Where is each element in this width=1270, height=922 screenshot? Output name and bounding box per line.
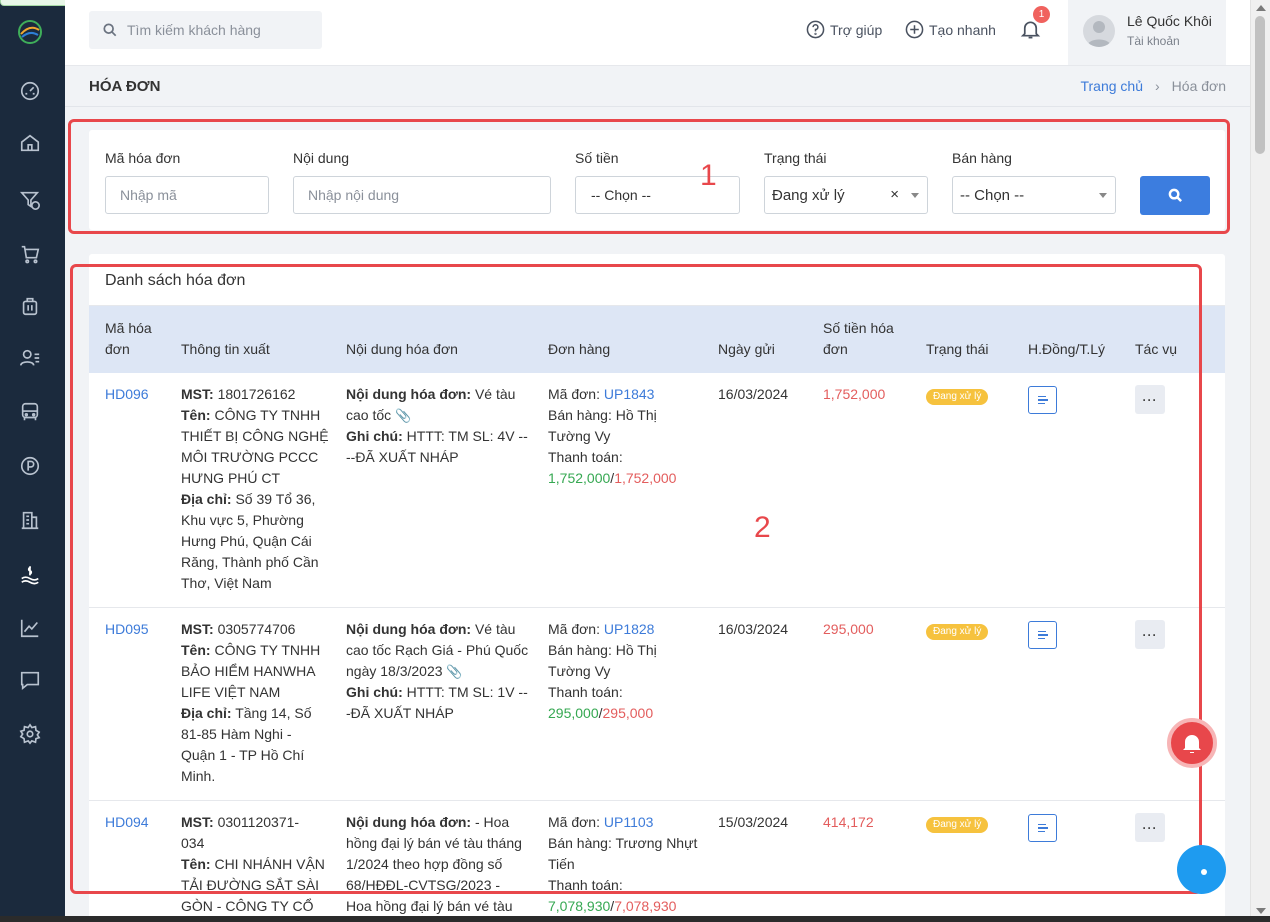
parking-icon[interactable] <box>18 454 42 478</box>
notification-count-badge: 1 <box>1033 6 1050 23</box>
floating-chat-button[interactable] <box>1177 845 1226 894</box>
help-label: Trợ giúp <box>830 21 883 38</box>
luggage-icon[interactable] <box>18 294 42 318</box>
search-icon <box>103 23 117 37</box>
user-menu[interactable]: Lê Quốc Khôi Tài khoản <box>1068 0 1226 65</box>
page-title: HÓA ĐƠN <box>89 78 161 95</box>
annotation-label-2: 2 <box>754 511 771 544</box>
building-icon[interactable] <box>18 508 42 532</box>
page-scrollbar[interactable] <box>1250 0 1270 922</box>
sidebar <box>0 0 65 922</box>
header-divider <box>65 106 1250 107</box>
annotation-label-1: 1 <box>700 159 717 192</box>
scroll-thumb[interactable] <box>1255 16 1265 154</box>
chat-dot-icon <box>1201 869 1207 875</box>
chat-icon[interactable] <box>18 668 42 692</box>
plus-circle-icon <box>905 20 924 39</box>
cart-icon[interactable] <box>18 242 42 266</box>
annotation-box-1 <box>68 119 1230 234</box>
breadcrumb-home[interactable]: Trang chủ <box>1080 78 1143 94</box>
annotation-box-2 <box>70 264 1202 894</box>
search-input[interactable] <box>127 22 307 38</box>
user-name: Lê Quốc Khôi <box>1127 13 1212 29</box>
logo-icon[interactable] <box>16 18 44 46</box>
avatar <box>1083 15 1115 47</box>
help-link[interactable]: Trợ giúp <box>806 20 882 39</box>
scroll-up-icon[interactable] <box>1256 5 1266 11</box>
scroll-down-icon[interactable] <box>1256 908 1266 914</box>
discount-filter-icon[interactable] <box>18 188 42 212</box>
quick-create-label: Tạo nhanh <box>929 21 996 38</box>
chart-line-icon[interactable] <box>18 616 42 640</box>
help-circle-icon <box>806 20 825 39</box>
bus-icon[interactable] <box>18 400 42 424</box>
bell-icon <box>1183 735 1201 753</box>
floating-notification-button[interactable] <box>1167 718 1217 768</box>
users-list-icon[interactable] <box>18 346 42 370</box>
user-role: Tài khoản <box>1127 34 1180 48</box>
breadcrumb-current: Hóa đơn <box>1171 78 1226 94</box>
breadcrumb: Trang chủ › Hóa đơn <box>1080 78 1226 94</box>
dashboard-icon[interactable] <box>18 79 42 103</box>
customer-search[interactable] <box>89 11 322 49</box>
quick-create-link[interactable]: Tạo nhanh <box>905 20 996 39</box>
invoice-money-icon[interactable] <box>18 562 42 586</box>
window-bottom-edge <box>0 916 1270 922</box>
home-icon[interactable] <box>18 131 42 155</box>
settings-gear-icon[interactable] <box>18 722 42 746</box>
breadcrumb-separator: › <box>1155 78 1160 94</box>
topbar: Trợ giúp Tạo nhanh 1 Lê Quốc Khôi Tài kh… <box>65 0 1250 66</box>
